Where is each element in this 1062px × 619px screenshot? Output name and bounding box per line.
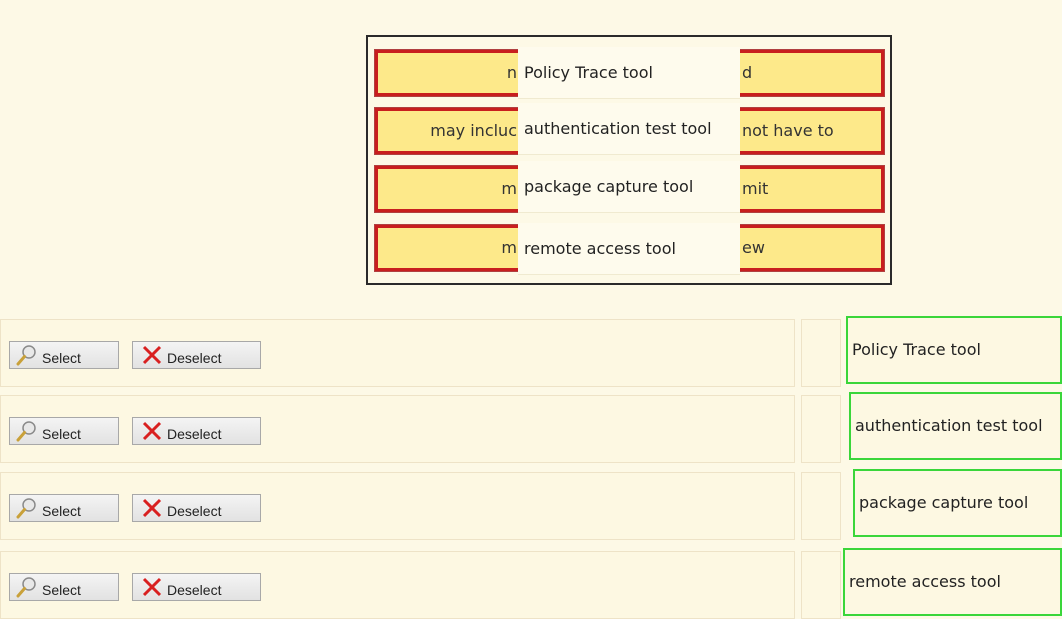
option-policy-trace-tool[interactable]: Policy Trace tool — [518, 47, 740, 99]
option-dropdown: Policy Trace tool authentication test to… — [518, 47, 740, 282]
statement-right-text: d — [742, 63, 753, 82]
select-button[interactable]: Select — [9, 417, 119, 445]
statement-left-text: n — [506, 63, 517, 82]
statement-right-text: mit — [742, 179, 769, 198]
statement-right-text: ew — [742, 238, 765, 257]
answer-slot[interactable]: authentication test tool — [849, 392, 1062, 460]
red-x-icon — [142, 577, 162, 597]
magnifier-icon — [16, 498, 36, 519]
answer-row-4: Select Deselect remote access tool — [0, 548, 1062, 619]
row-spacer-cell — [801, 551, 841, 619]
select-button[interactable]: Select — [9, 341, 119, 369]
deselect-label: Deselect — [167, 426, 222, 442]
answer-row-1: Select Deselect Policy Trace tool — [0, 316, 1062, 387]
deselect-button[interactable]: Deselect — [132, 573, 261, 601]
row-controls-cell: Select Deselect — [0, 472, 795, 540]
row-spacer-cell — [801, 319, 841, 387]
red-x-icon — [142, 421, 162, 441]
red-x-icon — [142, 498, 162, 518]
red-x-icon — [142, 345, 162, 365]
option-remote-access-tool[interactable]: remote access tool — [518, 223, 740, 275]
answer-slot[interactable]: Policy Trace tool — [846, 316, 1062, 384]
answer-row-3: Select Deselect package capture tool — [0, 469, 1062, 540]
option-authentication-test-tool[interactable]: authentication test tool — [518, 103, 740, 155]
answer-slot[interactable]: package capture tool — [853, 469, 1062, 537]
deselect-button[interactable]: Deselect — [132, 494, 261, 522]
deselect-button[interactable]: Deselect — [132, 417, 261, 445]
statement-left-text: may incluc — [430, 121, 517, 140]
select-button[interactable]: Select — [9, 573, 119, 601]
option-package-capture-tool[interactable]: package capture tool — [518, 161, 740, 213]
magnifier-icon — [16, 577, 36, 598]
deselect-label: Deselect — [167, 350, 222, 366]
statement-left-text: m — [501, 238, 517, 257]
row-controls-cell: Select Deselect — [0, 319, 795, 387]
deselect-button[interactable]: Deselect — [132, 341, 261, 369]
row-spacer-cell — [801, 395, 841, 463]
answer-slot[interactable]: remote access tool — [843, 548, 1062, 616]
row-controls-cell: Select Deselect — [0, 395, 795, 463]
answer-row-2: Select Deselect authentication test tool — [0, 392, 1062, 463]
statement-right-text: not have to — [742, 121, 834, 140]
row-controls-cell: Select Deselect — [0, 551, 795, 619]
select-label: Select — [42, 350, 81, 366]
deselect-label: Deselect — [167, 503, 222, 519]
select-label: Select — [42, 426, 81, 442]
select-button[interactable]: Select — [9, 494, 119, 522]
statement-left-text: m — [501, 179, 517, 198]
magnifier-icon — [16, 421, 36, 442]
deselect-label: Deselect — [167, 582, 222, 598]
row-spacer-cell — [801, 472, 841, 540]
magnifier-icon — [16, 345, 36, 366]
statement-popup: n d may incluc not have to m mit m ew Po… — [366, 35, 892, 285]
select-label: Select — [42, 582, 81, 598]
select-label: Select — [42, 503, 81, 519]
